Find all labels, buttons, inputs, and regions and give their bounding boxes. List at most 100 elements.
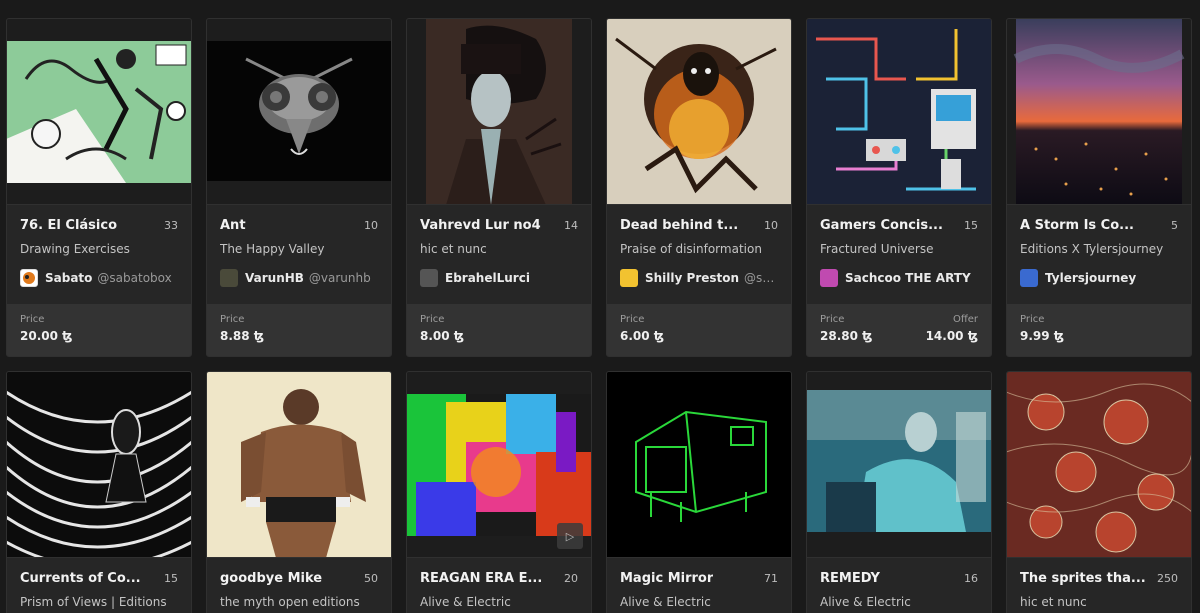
price-value: 28.80 ꜩ (820, 329, 873, 343)
artist-info[interactable]: EbrahelLurci (420, 269, 578, 287)
collection-name[interactable]: hic et nunc (420, 242, 578, 256)
collection-name[interactable]: The Happy Valley (220, 242, 378, 256)
edition-count: 71 (764, 572, 778, 585)
collection-name[interactable]: Alive & Electric (820, 595, 978, 609)
avatar (820, 269, 838, 287)
collection-name[interactable]: the myth open editions (220, 595, 378, 609)
artwork-title[interactable]: A Storm Is Co... (1020, 218, 1134, 233)
price-label: Price (420, 314, 445, 325)
collection-name[interactable]: Alive & Electric (420, 595, 578, 609)
edition-count: 10 (764, 219, 778, 232)
artwork-thumbnail[interactable] (1007, 19, 1191, 205)
edition-count: 5 (1171, 219, 1178, 232)
artwork-image (207, 372, 391, 557)
artist-name[interactable]: Sabato (45, 271, 92, 285)
artist-handle[interactable]: @shill... (744, 271, 778, 285)
artwork-image (207, 40, 391, 181)
artist-info[interactable]: Sabato @sabatobox (20, 269, 178, 287)
price-box: Price 8.88 ꜩ (207, 304, 391, 356)
artwork-thumbnail[interactable] (807, 372, 991, 558)
artist-handle[interactable]: @varunhb (309, 271, 371, 285)
avatar (220, 269, 238, 287)
artwork-image (607, 372, 791, 557)
artwork-title[interactable]: goodbye Mike (220, 571, 322, 586)
avatar (620, 269, 638, 287)
artwork-card[interactable]: The sprites tha... 250 hic et nunc (1006, 371, 1192, 613)
artist-info[interactable]: Shilly Preston @shill... (620, 269, 778, 287)
collection-name[interactable]: Drawing Exercises (20, 242, 178, 256)
artwork-card[interactable]: Currents of Co... 15 Prism of Views | Ed… (6, 371, 192, 613)
artwork-title[interactable]: 76. El Clásico (20, 218, 117, 233)
collection-name[interactable]: Praise of disinformation (620, 242, 778, 256)
artist-name[interactable]: VarunHB (245, 271, 304, 285)
artwork-thumbnail[interactable] (407, 19, 591, 205)
artwork-card[interactable]: REMEDY 16 Alive & Electric (806, 371, 992, 613)
edition-count: 10 (364, 219, 378, 232)
price-box: Price 9.99 ꜩ (1007, 304, 1191, 356)
artwork-image (426, 19, 572, 204)
artwork-image (807, 19, 991, 204)
price-label: Price (220, 314, 245, 325)
artwork-card[interactable]: Dead behind t... 10 Praise of disinforma… (606, 18, 792, 357)
edition-count: 20 (564, 572, 578, 585)
artwork-thumbnail[interactable] (7, 19, 191, 205)
artist-name[interactable]: EbrahelLurci (445, 271, 530, 285)
collection-name[interactable]: Alive & Electric (620, 595, 778, 609)
collection-name[interactable]: hic et nunc (1020, 595, 1178, 609)
collection-name[interactable]: Fractured Universe (820, 242, 978, 256)
artwork-title[interactable]: Gamers Concis... (820, 218, 943, 233)
artist-name[interactable]: Shilly Preston (645, 271, 739, 285)
artist-handle[interactable]: @sabatobox (97, 271, 171, 285)
artwork-card[interactable]: goodbye Mike 50 the myth open editions (206, 371, 392, 613)
artwork-title[interactable]: REMEDY (820, 571, 880, 586)
price-value: 8.88 ꜩ (220, 329, 265, 343)
artwork-card[interactable]: 76. El Clásico 33 Drawing Exercises Saba… (6, 18, 192, 357)
price-label: Price (820, 314, 845, 325)
artist-info[interactable]: VarunHB @varunhb (220, 269, 378, 287)
collection-name[interactable]: Prism of Views | Editions (20, 595, 178, 609)
artwork-image (1013, 19, 1185, 204)
artwork-card[interactable]: A Storm Is Co... 5 Editions X Tylersjour… (1006, 18, 1192, 357)
avatar (420, 269, 438, 287)
artist-name[interactable]: Sachcoo THE ARTY (845, 271, 971, 285)
artwork-thumbnail[interactable] (207, 19, 391, 205)
edition-count: 250 (1157, 572, 1178, 585)
artwork-image (807, 389, 991, 532)
avatar (20, 269, 38, 287)
price-value: 8.00 ꜩ (420, 329, 465, 343)
price-value: 20.00 ꜩ (20, 329, 73, 343)
artwork-card[interactable]: ▷ REAGAN ERA E... 20 Alive & Electric (406, 371, 592, 613)
artwork-thumbnail[interactable] (7, 372, 191, 558)
artist-name[interactable]: Tylersjourney (1045, 271, 1136, 285)
artist-info[interactable]: Sachcoo THE ARTY (820, 269, 978, 287)
edition-count: 50 (364, 572, 378, 585)
artwork-thumbnail[interactable] (207, 372, 391, 558)
avatar (1020, 269, 1038, 287)
artwork-title[interactable]: Magic Mirror (620, 571, 713, 586)
artist-info[interactable]: Tylersjourney (1020, 269, 1178, 287)
artwork-title[interactable]: Dead behind t... (620, 218, 738, 233)
artwork-card[interactable]: Magic Mirror 71 Alive & Electric (606, 371, 792, 613)
artwork-thumbnail[interactable] (807, 19, 991, 205)
collection-name[interactable]: Editions X Tylersjourney (1020, 242, 1178, 256)
artwork-card[interactable]: Ant 10 The Happy Valley VarunHB @varunhb… (206, 18, 392, 357)
artwork-title[interactable]: Currents of Co... (20, 571, 141, 586)
artwork-title[interactable]: REAGAN ERA E... (420, 571, 542, 586)
edition-count: 15 (964, 219, 978, 232)
price-value: 9.99 ꜩ (1020, 329, 1065, 343)
price-label: Price (20, 314, 45, 325)
artwork-thumbnail[interactable]: ▷ (407, 372, 591, 558)
edition-count: 16 (964, 572, 978, 585)
artwork-thumbnail[interactable] (1007, 372, 1191, 558)
artwork-thumbnail[interactable] (607, 19, 791, 205)
price-box: Price 20.00 ꜩ (7, 304, 191, 356)
play-icon[interactable]: ▷ (557, 523, 583, 549)
artwork-title[interactable]: Ant (220, 218, 246, 233)
artwork-thumbnail[interactable] (607, 372, 791, 558)
artwork-title[interactable]: The sprites tha... (1020, 571, 1146, 586)
price-label: Price (1020, 314, 1045, 325)
artwork-title[interactable]: Vahrevd Lur no4 (420, 218, 541, 233)
artwork-card[interactable]: Vahrevd Lur no4 14 hic et nunc EbrahelLu… (406, 18, 592, 357)
artwork-card[interactable]: Gamers Concis... 15 Fractured Universe S… (806, 18, 992, 357)
price-label: Price (620, 314, 645, 325)
